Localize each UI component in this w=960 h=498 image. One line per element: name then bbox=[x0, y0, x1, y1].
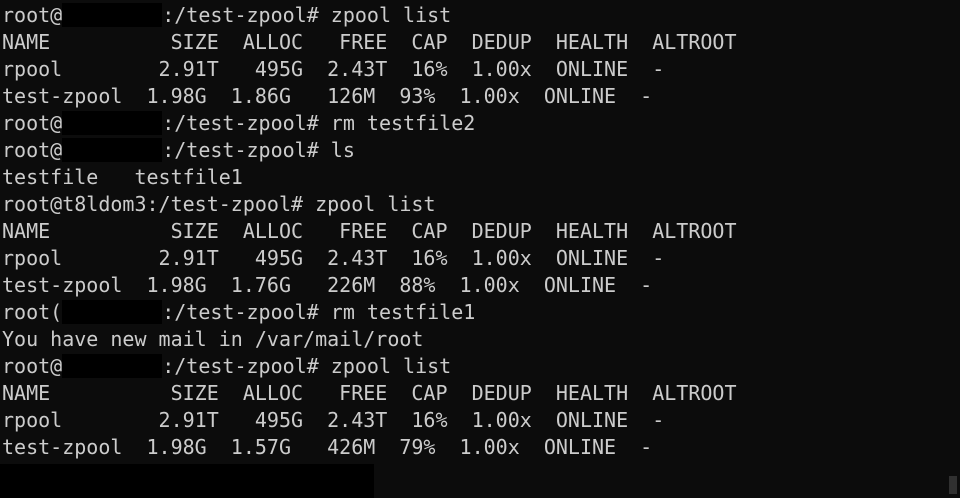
prompt-line: root@ :/test-zpool# ls bbox=[2, 137, 946, 164]
table-header: NAME SIZE ALLOC FREE CAP DEDUP HEALTH AL… bbox=[2, 381, 737, 405]
prompt-user: root@ bbox=[2, 354, 63, 378]
redacted-prompt-area bbox=[0, 464, 374, 498]
scrollbar-thumb[interactable] bbox=[949, 476, 957, 494]
terminal-window[interactable]: root@ :/test-zpool# zpool list NAME SIZE … bbox=[0, 0, 960, 498]
prompt-line: root@ :/test-zpool# zpool list bbox=[2, 2, 946, 29]
prompt-user: root@ bbox=[2, 111, 63, 135]
table-row: rpool 2.91T 495G 2.43T 16% 1.00x ONLINE … bbox=[2, 57, 665, 81]
table-row: rpool 2.91T 495G 2.43T 16% 1.00x ONLINE … bbox=[2, 408, 665, 432]
prompt-path: :/test-zpool# bbox=[162, 111, 331, 135]
prompt-path: :/test-zpool# bbox=[162, 300, 331, 324]
terminal-output[interactable]: root@ :/test-zpool# zpool list NAME SIZE … bbox=[2, 2, 946, 461]
mail-notice: You have new mail in /var/mail/root bbox=[2, 327, 424, 351]
prompt-line: root@t8ldom3:/test-zpool# zpool list bbox=[2, 191, 946, 218]
prompt-text: root@t8ldom3:/test-zpool# bbox=[2, 192, 316, 216]
redacted-hostname bbox=[62, 111, 163, 135]
prompt-path: :/test-zpool# bbox=[162, 354, 331, 378]
command-text: rm testfile1 bbox=[330, 300, 476, 324]
table-row: test-zpool 1.98G 1.86G 126M 93% 1.00x ON… bbox=[2, 84, 653, 108]
redacted-hostname bbox=[62, 138, 163, 162]
prompt-path: :/test-zpool# bbox=[162, 138, 331, 162]
prompt-user: root( bbox=[2, 300, 63, 324]
scrollbar[interactable] bbox=[946, 0, 960, 498]
table-header: NAME SIZE ALLOC FREE CAP DEDUP HEALTH AL… bbox=[2, 30, 737, 54]
command-text: zpool list bbox=[315, 192, 436, 216]
prompt-user: root@ bbox=[2, 138, 63, 162]
command-text: rm testfile2 bbox=[330, 111, 476, 135]
command-text: ls bbox=[330, 138, 355, 162]
command-text: zpool list bbox=[330, 354, 452, 378]
command-text: zpool list bbox=[330, 3, 452, 27]
table-row: test-zpool 1.98G 1.76G 226M 88% 1.00x ON… bbox=[2, 273, 653, 297]
redacted-hostname bbox=[62, 300, 163, 324]
redacted-hostname bbox=[62, 3, 163, 27]
table-row: rpool 2.91T 495G 2.43T 16% 1.00x ONLINE … bbox=[2, 246, 665, 270]
table-header: NAME SIZE ALLOC FREE CAP DEDUP HEALTH AL… bbox=[2, 219, 737, 243]
prompt-user: root@ bbox=[2, 3, 63, 27]
redacted-hostname bbox=[62, 354, 163, 378]
output-line: testfile testfile1 bbox=[2, 165, 243, 189]
prompt-path: :/test-zpool# bbox=[162, 3, 331, 27]
prompt-line: root@ :/test-zpool# rm testfile2 bbox=[2, 110, 946, 137]
table-row: test-zpool 1.98G 1.57G 426M 79% 1.00x ON… bbox=[2, 435, 653, 459]
prompt-line: root@ :/test-zpool# zpool list bbox=[2, 353, 946, 380]
prompt-line: root( :/test-zpool# rm testfile1 bbox=[2, 299, 946, 326]
